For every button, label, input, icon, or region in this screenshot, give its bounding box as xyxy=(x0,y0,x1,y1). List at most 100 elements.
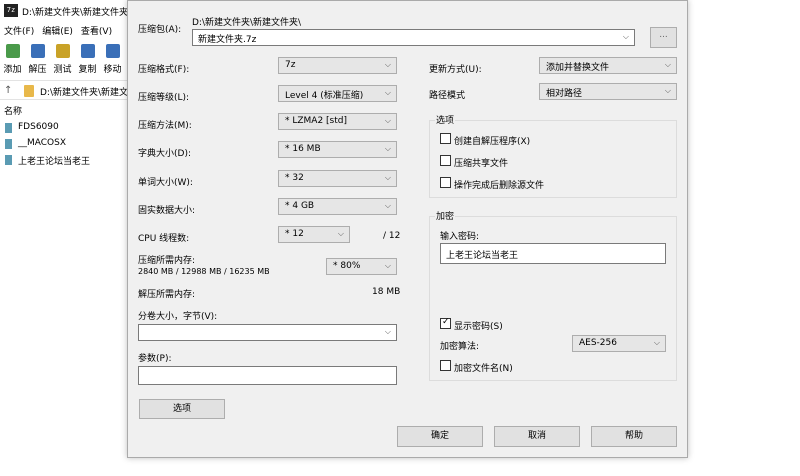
format-value: 7z xyxy=(285,60,296,70)
update-label: 更新方式(U): xyxy=(429,65,482,75)
delete-after-checkbox[interactable] xyxy=(440,177,451,188)
chevron-down-icon: ⌵ xyxy=(622,32,629,41)
up-arrow-icon[interactable]: ↑ xyxy=(4,84,16,97)
list-item[interactable]: __MACOSX xyxy=(0,136,128,152)
dict-select[interactable]: * 16 MB ⌵ xyxy=(278,141,397,158)
folder-icon xyxy=(5,139,12,149)
level-value: Level 4 (标准压缩) xyxy=(285,91,364,101)
params-label: 参数(P): xyxy=(138,354,172,364)
update-value: 添加并替换文件 xyxy=(546,63,610,73)
delete-after-label: 操作完成后删除源文件 xyxy=(454,181,545,191)
toolbar-test-button[interactable]: 测试 xyxy=(50,42,75,78)
chevron-down-icon: ⌵ xyxy=(664,86,671,95)
copy-icon xyxy=(81,44,95,58)
list-item[interactable]: 上老王论坛当老王 xyxy=(0,152,128,168)
mem-decomp-label: 解压所需内存: xyxy=(138,290,196,300)
chevron-down-icon: ⌵ xyxy=(653,338,660,347)
solid-select[interactable]: * 4 GB ⌵ xyxy=(278,198,397,215)
solid-value: * 4 GB xyxy=(285,201,315,211)
column-header: 名称 xyxy=(0,102,128,118)
archive-label: 压缩包(A): xyxy=(138,25,182,35)
toolbar-test-label: 测试 xyxy=(53,65,72,75)
params-input[interactable] xyxy=(138,366,397,385)
threads-max: / 12 xyxy=(383,231,401,241)
options-button[interactable]: 选项 xyxy=(139,399,225,419)
split-size-combo[interactable]: ⌵ xyxy=(138,324,397,341)
split-label: 分卷大小，字节(V): xyxy=(138,312,218,322)
method-value: * LZMA2 [std] xyxy=(285,116,348,126)
word-value: * 32 xyxy=(285,173,304,183)
chevron-down-icon: ⌵ xyxy=(384,261,391,270)
chevron-down-icon: ⌵ xyxy=(384,327,391,336)
level-select[interactable]: Level 4 (标准压缩) ⌵ xyxy=(278,85,397,102)
mem-decomp-value: 18 MB xyxy=(372,287,401,297)
toolbar-add-button[interactable]: 添加 xyxy=(0,42,25,78)
chevron-down-icon: ⌵ xyxy=(384,60,391,69)
shared-files-checkbox[interactable] xyxy=(440,155,451,166)
method-label: 压缩方法(M): xyxy=(138,121,192,131)
folder-icon xyxy=(5,155,12,165)
address-bar[interactable]: ↑ D:\新建文件夹\新建文件夹\ xyxy=(0,80,149,100)
toolbar-extract-button[interactable]: 解压 xyxy=(25,42,50,78)
format-label: 压缩格式(F): xyxy=(138,65,190,75)
help-button[interactable]: 帮助 xyxy=(591,426,677,447)
toolbar-move-label: 移动 xyxy=(103,65,122,75)
sfx-checkbox[interactable] xyxy=(440,133,451,144)
menu-edit[interactable]: 编辑(E) xyxy=(38,24,77,40)
menu-bar: 文件(F) 编辑(E) 查看(V) xyxy=(0,24,116,40)
update-select[interactable]: 添加并替换文件 ⌵ xyxy=(539,57,677,74)
encrypt-names-label: 加密文件名(N) xyxy=(454,364,513,374)
password-input[interactable]: 上老王论坛当老王 xyxy=(440,243,666,264)
threads-select[interactable]: * 12 ⌵ xyxy=(278,226,350,243)
chevron-down-icon: ⌵ xyxy=(384,173,391,182)
toolbar-copy-label: 复制 xyxy=(78,65,97,75)
browse-button[interactable]: ... xyxy=(650,27,677,48)
mem-comp-label: 压缩所需内存: xyxy=(138,256,196,266)
word-label: 单词大小(W): xyxy=(138,178,193,188)
folder-icon xyxy=(5,123,12,133)
archive-name-combo[interactable]: 新建文件夹.7z ⌵ xyxy=(192,29,635,46)
toolbar-copy-button[interactable]: 复制 xyxy=(75,42,100,78)
mem-comp-value: * 80% xyxy=(333,261,361,271)
format-select[interactable]: 7z ⌵ xyxy=(278,57,397,74)
list-item-label: 上老王论坛当老王 xyxy=(18,157,91,167)
file-list: FDS6090 __MACOSX 上老王论坛当老王 xyxy=(0,120,128,168)
extract-icon xyxy=(31,44,45,58)
mem-comp-detail: 2840 MB / 12988 MB / 16235 MB xyxy=(138,267,270,276)
menu-view[interactable]: 查看(V) xyxy=(77,24,116,40)
add-icon xyxy=(6,44,20,58)
move-icon xyxy=(106,44,120,58)
mem-comp-select[interactable]: * 80% ⌵ xyxy=(326,258,397,275)
window-title: D:\新建文件夹\新建文件夹 xyxy=(22,8,129,18)
cancel-button[interactable]: 取消 xyxy=(494,426,580,447)
threads-label: CPU 线程数: xyxy=(138,234,190,244)
chevron-down-icon: ⌵ xyxy=(384,144,391,153)
method-select[interactable]: * LZMA2 [std] ⌵ xyxy=(278,113,397,130)
password-value: 上老王论坛当老王 xyxy=(446,251,519,261)
chevron-down-icon: ⌵ xyxy=(337,229,344,238)
threads-value: * 12 xyxy=(285,229,304,239)
column-name-header[interactable]: 名称 xyxy=(4,104,22,117)
encryption-method-select[interactable]: AES-256 ⌵ xyxy=(572,335,666,352)
toolbar-extract-label: 解压 xyxy=(28,65,47,75)
word-select[interactable]: * 32 ⌵ xyxy=(278,170,397,187)
list-item-label: __MACOSX xyxy=(18,138,67,148)
encryption-method-label: 加密算法: xyxy=(440,342,480,352)
archive-name-value: 新建文件夹.7z xyxy=(198,35,257,45)
add-to-archive-dialog: 压缩包(A): D:\新建文件夹\新建文件夹\ 新建文件夹.7z ⌵ ... 压… xyxy=(127,0,688,458)
list-item[interactable]: FDS6090 xyxy=(0,120,128,136)
folder-icon xyxy=(24,85,34,97)
solid-label: 固实数据大小: xyxy=(138,206,196,216)
show-password-checkbox[interactable]: ✓ xyxy=(440,317,451,329)
menu-file[interactable]: 文件(F) xyxy=(0,24,38,40)
level-label: 压缩等级(L): xyxy=(138,93,190,103)
options-group-title: 选项 xyxy=(435,113,456,126)
encrypt-names-checkbox[interactable] xyxy=(440,360,451,371)
ok-button[interactable]: 确定 xyxy=(397,426,483,447)
toolbar-move-button[interactable]: 移动 xyxy=(100,42,125,78)
checkmark-icon: ✓ xyxy=(442,317,450,327)
encryption-group-title: 加密 xyxy=(435,209,456,222)
path-mode-select[interactable]: 相对路径 ⌵ xyxy=(539,83,677,100)
path-mode-label: 路径模式 xyxy=(429,91,466,101)
toolbar: 添加 解压 测试 复制 移动 xyxy=(0,42,125,78)
